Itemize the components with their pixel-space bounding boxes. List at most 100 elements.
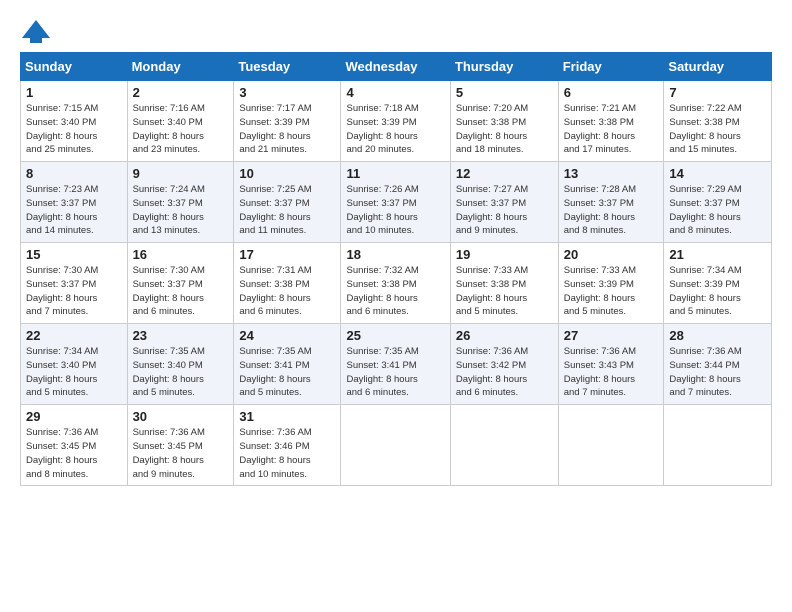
- day-cell: [450, 405, 558, 486]
- day-cell: 15 Sunrise: 7:30 AM Sunset: 3:37 PM Dayli…: [21, 243, 128, 324]
- week-row-4: 22 Sunrise: 7:34 AM Sunset: 3:40 PM Dayli…: [21, 324, 772, 405]
- weekday-header-saturday: Saturday: [664, 53, 772, 81]
- day-number: 21: [669, 247, 766, 262]
- day-info: Sunrise: 7:16 AM Sunset: 3:40 PM Dayligh…: [133, 102, 229, 157]
- day-number: 3: [239, 85, 335, 100]
- day-info: Sunrise: 7:28 AM Sunset: 3:37 PM Dayligh…: [564, 183, 659, 238]
- day-number: 4: [346, 85, 444, 100]
- day-number: 7: [669, 85, 766, 100]
- weekday-header-row: SundayMondayTuesdayWednesdayThursdayFrid…: [21, 53, 772, 81]
- day-cell: 25 Sunrise: 7:35 AM Sunset: 3:41 PM Dayli…: [341, 324, 450, 405]
- day-cell: [664, 405, 772, 486]
- day-info: Sunrise: 7:36 AM Sunset: 3:45 PM Dayligh…: [133, 426, 229, 481]
- day-cell: 26 Sunrise: 7:36 AM Sunset: 3:42 PM Dayli…: [450, 324, 558, 405]
- day-cell: 20 Sunrise: 7:33 AM Sunset: 3:39 PM Dayli…: [558, 243, 664, 324]
- page: SundayMondayTuesdayWednesdayThursdayFrid…: [0, 0, 792, 612]
- day-number: 23: [133, 328, 229, 343]
- day-cell: 17 Sunrise: 7:31 AM Sunset: 3:38 PM Dayli…: [234, 243, 341, 324]
- day-cell: [341, 405, 450, 486]
- day-info: Sunrise: 7:20 AM Sunset: 3:38 PM Dayligh…: [456, 102, 553, 157]
- day-info: Sunrise: 7:34 AM Sunset: 3:40 PM Dayligh…: [26, 345, 122, 400]
- day-number: 16: [133, 247, 229, 262]
- day-number: 25: [346, 328, 444, 343]
- day-cell: 10 Sunrise: 7:25 AM Sunset: 3:37 PM Dayli…: [234, 162, 341, 243]
- day-info: Sunrise: 7:15 AM Sunset: 3:40 PM Dayligh…: [26, 102, 122, 157]
- day-cell: 31Sunrise: 7:36 AM Sunset: 3:46 PM Dayli…: [234, 405, 341, 486]
- weekday-header-friday: Friday: [558, 53, 664, 81]
- day-cell: 22 Sunrise: 7:34 AM Sunset: 3:40 PM Dayli…: [21, 324, 128, 405]
- day-number: 14: [669, 166, 766, 181]
- day-number: 11: [346, 166, 444, 181]
- weekday-header-thursday: Thursday: [450, 53, 558, 81]
- day-info: Sunrise: 7:21 AM Sunset: 3:38 PM Dayligh…: [564, 102, 659, 157]
- weekday-header-tuesday: Tuesday: [234, 53, 341, 81]
- day-cell: 14 Sunrise: 7:29 AM Sunset: 3:37 PM Dayli…: [664, 162, 772, 243]
- week-row-5: 29 Sunrise: 7:36 AM Sunset: 3:45 PM Dayli…: [21, 405, 772, 486]
- day-number: 18: [346, 247, 444, 262]
- day-cell: 4 Sunrise: 7:18 AM Sunset: 3:39 PM Daylig…: [341, 81, 450, 162]
- day-info: Sunrise: 7:22 AM Sunset: 3:38 PM Dayligh…: [669, 102, 766, 157]
- day-cell: 19Sunrise: 7:33 AM Sunset: 3:38 PM Dayli…: [450, 243, 558, 324]
- day-number: 17: [239, 247, 335, 262]
- day-cell: 9 Sunrise: 7:24 AM Sunset: 3:37 PM Daylig…: [127, 162, 234, 243]
- header: [20, 18, 772, 44]
- day-info: Sunrise: 7:35 AM Sunset: 3:40 PM Dayligh…: [133, 345, 229, 400]
- day-cell: 3Sunrise: 7:17 AM Sunset: 3:39 PM Daylig…: [234, 81, 341, 162]
- day-number: 28: [669, 328, 766, 343]
- calendar-table: SundayMondayTuesdayWednesdayThursdayFrid…: [20, 52, 772, 486]
- day-info: Sunrise: 7:36 AM Sunset: 3:43 PM Dayligh…: [564, 345, 659, 400]
- day-cell: 24Sunrise: 7:35 AM Sunset: 3:41 PM Dayli…: [234, 324, 341, 405]
- day-cell: 1 Sunrise: 7:15 AM Sunset: 3:40 PM Daylig…: [21, 81, 128, 162]
- day-number: 9: [133, 166, 229, 181]
- day-cell: 18 Sunrise: 7:32 AM Sunset: 3:38 PM Dayli…: [341, 243, 450, 324]
- day-info: Sunrise: 7:36 AM Sunset: 3:42 PM Dayligh…: [456, 345, 553, 400]
- day-info: Sunrise: 7:30 AM Sunset: 3:37 PM Dayligh…: [26, 264, 122, 319]
- day-info: Sunrise: 7:35 AM Sunset: 3:41 PM Dayligh…: [346, 345, 444, 400]
- logo: [20, 18, 57, 44]
- day-number: 20: [564, 247, 659, 262]
- day-number: 15: [26, 247, 122, 262]
- week-row-2: 8Sunrise: 7:23 AM Sunset: 3:37 PM Daylig…: [21, 162, 772, 243]
- day-info: Sunrise: 7:31 AM Sunset: 3:38 PM Dayligh…: [239, 264, 335, 319]
- day-number: 2: [133, 85, 229, 100]
- week-row-1: 1 Sunrise: 7:15 AM Sunset: 3:40 PM Daylig…: [21, 81, 772, 162]
- day-number: 6: [564, 85, 659, 100]
- day-number: 13: [564, 166, 659, 181]
- day-info: Sunrise: 7:36 AM Sunset: 3:45 PM Dayligh…: [26, 426, 122, 481]
- day-info: Sunrise: 7:36 AM Sunset: 3:44 PM Dayligh…: [669, 345, 766, 400]
- weekday-header-monday: Monday: [127, 53, 234, 81]
- day-info: Sunrise: 7:27 AM Sunset: 3:37 PM Dayligh…: [456, 183, 553, 238]
- day-number: 30: [133, 409, 229, 424]
- day-info: Sunrise: 7:29 AM Sunset: 3:37 PM Dayligh…: [669, 183, 766, 238]
- day-number: 22: [26, 328, 122, 343]
- day-info: Sunrise: 7:34 AM Sunset: 3:39 PM Dayligh…: [669, 264, 766, 319]
- day-cell: 16Sunrise: 7:30 AM Sunset: 3:37 PM Dayli…: [127, 243, 234, 324]
- day-number: 27: [564, 328, 659, 343]
- logo-icon: [20, 18, 52, 44]
- day-info: Sunrise: 7:36 AM Sunset: 3:46 PM Dayligh…: [239, 426, 335, 481]
- day-cell: 11Sunrise: 7:26 AM Sunset: 3:37 PM Dayli…: [341, 162, 450, 243]
- day-cell: 5 Sunrise: 7:20 AM Sunset: 3:38 PM Daylig…: [450, 81, 558, 162]
- day-info: Sunrise: 7:32 AM Sunset: 3:38 PM Dayligh…: [346, 264, 444, 319]
- day-number: 5: [456, 85, 553, 100]
- day-info: Sunrise: 7:33 AM Sunset: 3:39 PM Dayligh…: [564, 264, 659, 319]
- day-cell: 29 Sunrise: 7:36 AM Sunset: 3:45 PM Dayli…: [21, 405, 128, 486]
- weekday-header-sunday: Sunday: [21, 53, 128, 81]
- day-number: 26: [456, 328, 553, 343]
- day-info: Sunrise: 7:24 AM Sunset: 3:37 PM Dayligh…: [133, 183, 229, 238]
- day-info: Sunrise: 7:23 AM Sunset: 3:37 PM Dayligh…: [26, 183, 122, 238]
- day-cell: 7 Sunrise: 7:22 AM Sunset: 3:38 PM Daylig…: [664, 81, 772, 162]
- week-row-3: 15 Sunrise: 7:30 AM Sunset: 3:37 PM Dayli…: [21, 243, 772, 324]
- day-cell: 2 Sunrise: 7:16 AM Sunset: 3:40 PM Daylig…: [127, 81, 234, 162]
- day-number: 10: [239, 166, 335, 181]
- day-cell: 30 Sunrise: 7:36 AM Sunset: 3:45 PM Dayli…: [127, 405, 234, 486]
- day-number: 1: [26, 85, 122, 100]
- day-cell: [558, 405, 664, 486]
- day-number: 29: [26, 409, 122, 424]
- day-number: 12: [456, 166, 553, 181]
- day-info: Sunrise: 7:25 AM Sunset: 3:37 PM Dayligh…: [239, 183, 335, 238]
- day-cell: 27 Sunrise: 7:36 AM Sunset: 3:43 PM Dayli…: [558, 324, 664, 405]
- day-info: Sunrise: 7:18 AM Sunset: 3:39 PM Dayligh…: [346, 102, 444, 157]
- weekday-header-wednesday: Wednesday: [341, 53, 450, 81]
- day-cell: 21 Sunrise: 7:34 AM Sunset: 3:39 PM Dayli…: [664, 243, 772, 324]
